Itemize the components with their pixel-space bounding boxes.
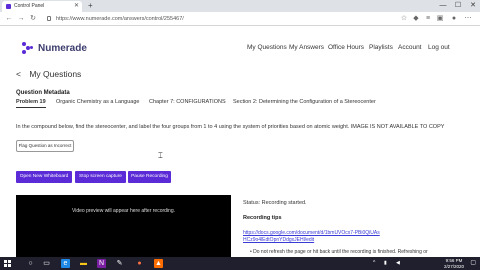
nav-my-questions[interactable]: My Questions [247, 44, 287, 51]
page-title: My Questions [29, 69, 82, 79]
tab-close-icon[interactable]: ✕ [74, 1, 79, 12]
logo-mark-icon [22, 42, 34, 54]
clock-time: 9:56 PM [445, 258, 463, 263]
firefox-icon[interactable]: ● [135, 259, 144, 268]
metadata-section: Section 2: Determining the Configuration… [233, 99, 376, 105]
pause-recording-button[interactable]: Pause Recording [128, 171, 171, 183]
recording-tips-heading: Recording tips [243, 215, 282, 221]
browser-tab[interactable]: Control Panel ✕ [2, 1, 82, 12]
more-menu-icon[interactable]: ⋯ [464, 14, 472, 24]
nav-my-answers[interactable]: My Answers [289, 44, 324, 51]
flag-question-button[interactable]: Flag Question as Incorrect [16, 140, 74, 152]
extension-icon[interactable]: ◆ [412, 14, 420, 24]
notifications-icon[interactable]: ▢ [470, 257, 476, 270]
back-arrow-icon[interactable]: ← [4, 13, 14, 25]
numerade-logo[interactable]: Numerade [22, 41, 87, 55]
drawing-app-icon[interactable]: ✎ [115, 259, 124, 268]
windows-taskbar: ○ ▭ e ▬ N ✎ ● ▲ ^ ▮ ◀ 9:56 PM 2/27/2020 … [0, 257, 480, 270]
windows-start-icon[interactable] [4, 260, 11, 267]
window-close-button[interactable]: ✕ [466, 0, 480, 12]
profile-icon[interactable]: ● [450, 14, 458, 24]
reload-icon[interactable]: ↻ [28, 13, 38, 25]
chevron-left-icon[interactable]: < [16, 69, 21, 79]
app-icon[interactable]: ▲ [154, 259, 163, 268]
edge-browser-icon[interactable]: e [61, 259, 70, 268]
open-whiteboard-button[interactable]: Open New Whiteboard [16, 171, 72, 183]
metadata-underline [16, 107, 46, 108]
minimize-button[interactable]: — [436, 0, 450, 12]
metadata-problem: Problem 19 [16, 99, 46, 105]
clock-date: 2/27/2020 [443, 263, 464, 269]
search-icon[interactable]: ○ [26, 259, 35, 268]
recording-status: Status: Recording started. [243, 200, 307, 206]
metadata-chapter: Chapter 7: CONFIGURATIONS [149, 99, 226, 105]
metadata-heading: Question Metadata [16, 90, 70, 96]
url-field[interactable]: https://www.numerade.com/answers/control… [46, 14, 406, 24]
logo-text: Numerade [38, 42, 87, 54]
question-text: In the compound below, find the stereoce… [16, 124, 445, 130]
clock[interactable]: 9:56 PM 2/27/2020 [444, 258, 464, 269]
reading-list-icon[interactable]: ≡ [424, 14, 432, 24]
recording-tip-item: • Do not refresh the page or hit back un… [250, 249, 428, 255]
volume-icon[interactable]: ◀ [396, 257, 400, 270]
stop-screen-capture-button[interactable]: Stop screen capture [75, 171, 126, 183]
mouse-cursor-icon: ⌶ [158, 151, 163, 160]
forward-arrow-icon[interactable]: → [16, 13, 26, 25]
tray-chevron-icon[interactable]: ^ [373, 257, 375, 270]
onenote-icon[interactable]: N [97, 259, 106, 268]
recording-tips-link[interactable]: https://docs.google.com/document/d/1bmUV… [243, 230, 383, 244]
star-icon[interactable]: ☆ [400, 14, 408, 24]
browser-tab-bar: Control Panel ✕ + — ☐ ✕ [0, 0, 480, 12]
site-header: Numerade My Questions My Answers Office … [0, 27, 480, 71]
nav-office-hours[interactable]: Office Hours [328, 44, 364, 51]
new-tab-button[interactable]: + [88, 0, 93, 12]
task-view-icon[interactable]: ▭ [42, 259, 51, 268]
page-title-row: < My Questions [16, 69, 81, 79]
numerade-favicon-icon [6, 4, 11, 9]
video-preview: Video preview will appear here after rec… [16, 195, 231, 257]
video-placeholder-text: Video preview will appear here after rec… [71, 208, 176, 214]
nav-account[interactable]: Account [398, 44, 422, 51]
metadata-course: Organic Chemistry as a Language [56, 99, 140, 105]
lock-icon [47, 16, 51, 21]
network-icon[interactable]: ▮ [384, 257, 387, 270]
file-explorer-icon[interactable]: ▬ [79, 259, 88, 268]
collections-icon[interactable]: ▣ [436, 14, 444, 24]
address-bar: ← → ↻ https://www.numerade.com/answers/c… [0, 12, 480, 26]
nav-log-out[interactable]: Log out [428, 44, 450, 51]
nav-playlists[interactable]: Playlists [369, 44, 393, 51]
tab-title: Control Panel [14, 3, 45, 9]
url-text: https://www.numerade.com/answers/control… [56, 16, 184, 22]
maximize-button[interactable]: ☐ [451, 0, 465, 12]
